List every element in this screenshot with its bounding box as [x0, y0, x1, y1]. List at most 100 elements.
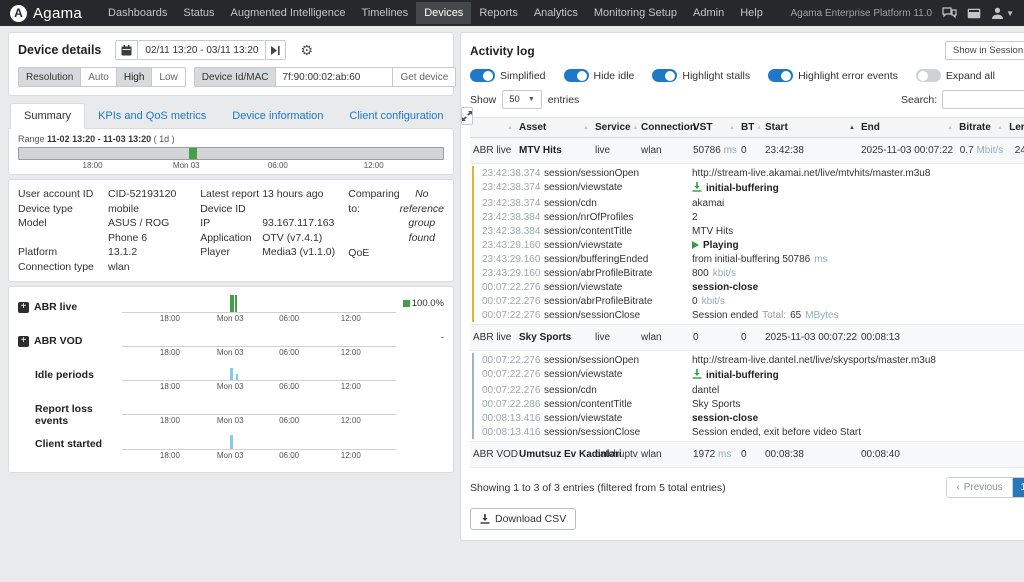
nav-item-dashboards[interactable]: Dashboards [100, 2, 175, 24]
event-row[interactable]: 23:43:29.160session/viewstatePlaying [474, 238, 1024, 252]
toggle-simplified[interactable]: Simplified [470, 69, 546, 82]
tab-summary[interactable]: Summary [10, 103, 85, 129]
nav-item-monitoring-setup[interactable]: Monitoring Setup [586, 2, 685, 24]
toggle-highlight-error-events[interactable]: Highlight error events [768, 69, 898, 82]
event-row[interactable]: 00:07:22.276session/viewstateinitial-buf… [474, 367, 1024, 383]
calendar-icon[interactable] [115, 40, 138, 60]
event-row[interactable]: 23:42:38.374session/cdnakamai [474, 196, 1024, 210]
event-name: session/sessionClose [544, 427, 692, 438]
event-row[interactable]: 00:08:13.416session/viewstatesession-clo… [474, 411, 1024, 425]
column-header-connection[interactable]: Connection▲ [638, 118, 690, 137]
session-row-umutsuz-ev-kadinlari[interactable]: ABR VODUmutsuz Ev Kadinlaricatchuptvwlan… [470, 442, 1024, 468]
event-row[interactable]: 00:07:22.276session/abrProfileBitrate0kb… [474, 294, 1024, 308]
column-header-end[interactable]: End▲ [858, 118, 956, 137]
device-details-title: Device details [18, 43, 101, 57]
axis-tick: Mon 03 [217, 314, 244, 323]
column-header-service[interactable]: Service▲ [592, 118, 638, 137]
column-header-asset[interactable]: Asset▲ [516, 118, 592, 137]
event-value-part: dantel [692, 385, 719, 396]
event-row[interactable]: 00:08:13.416session/sessionCloseSession … [474, 425, 1024, 439]
download-csv-button[interactable]: Download CSV [470, 508, 576, 530]
chart-label: +ABR VOD [18, 329, 122, 347]
resolution-auto-button[interactable]: Auto [80, 67, 117, 87]
resolution-low-button[interactable]: Low [151, 67, 185, 87]
column-header-bt[interactable]: BT▲ [738, 118, 762, 137]
event-row[interactable]: 00:07:22.286session/contentTitleSky Spor… [474, 397, 1024, 411]
previous-page-button[interactable]: ‹Previous [947, 478, 1011, 497]
event-value: MTV Hits [692, 226, 1024, 237]
chart-bar [236, 374, 238, 380]
toggle-switch-icon [768, 69, 793, 82]
search-input[interactable] [942, 90, 1024, 109]
activity-toggles: Simplified Hide idle Highlight stalls Highl… [470, 69, 1024, 82]
expand-plus-icon[interactable]: + [18, 336, 29, 347]
chart-label: Idle periods [18, 363, 122, 381]
toggle-knob [577, 71, 587, 81]
nav-item-status[interactable]: Status [175, 2, 222, 24]
column-header-start[interactable]: Start▲ [762, 118, 858, 137]
event-row[interactable]: 23:42:38.384session/contentTitleMTV Hits [474, 224, 1024, 238]
toggle-expand-all[interactable]: Expand all [916, 69, 995, 82]
panel-icon[interactable] [967, 8, 981, 19]
event-value: Session endedTotal:65MBytes [692, 310, 1024, 321]
session-row-sky-sports[interactable]: ABR liveSky Sportslivewlan002025-11-03 0… [470, 325, 1024, 351]
column-header-bitrate[interactable]: Bitrate▲ [956, 118, 1006, 137]
event-row[interactable]: 00:07:22.276session/viewstatesession-clo… [474, 280, 1024, 294]
toggle-knob [918, 71, 928, 81]
toggle-switch-icon [564, 69, 589, 82]
event-value-part: http://stream-live.dantel.net/live/skysp… [692, 355, 936, 366]
session-row-mtv-hits[interactable]: ABR liveMTV Hitslivewlan50786 ms023:42:3… [470, 138, 1024, 164]
nav-item-admin[interactable]: Admin [685, 2, 732, 24]
resolution-high-button[interactable]: High [116, 67, 153, 87]
info-key: IP [200, 216, 262, 231]
column-header-length[interactable]: Length▲ [1006, 118, 1024, 137]
event-row[interactable]: 00:07:22.276session/sessionOpenhttp://st… [474, 353, 1024, 367]
event-row[interactable]: 23:43:29.160session/bufferingEndedfrom i… [474, 252, 1024, 266]
toggle-hide-idle[interactable]: Hide idle [564, 69, 635, 82]
skip-to-latest-icon[interactable] [265, 40, 286, 60]
nav-item-augmented-intelligence[interactable]: Augmented Intelligence [223, 2, 354, 24]
info-row: IP93.167.117.163 [200, 216, 348, 231]
chart-canvas [122, 432, 396, 450]
tab-device-information[interactable]: Device information [219, 104, 336, 128]
range-selector-bar[interactable] [18, 147, 444, 160]
tab-client-configuration[interactable]: Client configuration [336, 104, 456, 128]
session-explorer-button[interactable]: Show in Session Explorer [945, 41, 1024, 60]
event-row[interactable]: 23:42:38.374session/viewstateinitial-buf… [474, 180, 1024, 196]
info-value: CID-52193120 [108, 187, 176, 202]
brand-logo[interactable]: A Agama [10, 5, 82, 22]
event-row[interactable]: 00:07:22.276session/sessionCloseSession … [474, 308, 1024, 322]
tab-kpis-and-qos-metrics[interactable]: KPIs and QoS metrics [85, 104, 219, 128]
nav-item-timelines[interactable]: Timelines [354, 2, 417, 24]
expand-panel-button[interactable] [461, 107, 473, 125]
legend-square-icon [403, 300, 410, 307]
expand-plus-icon[interactable]: + [18, 302, 29, 313]
chat-icon[interactable] [942, 7, 957, 19]
info-key: User account ID [18, 187, 108, 202]
event-row[interactable]: 23:43:29.160session/abrProfileBitrate800… [474, 266, 1024, 280]
event-row[interactable]: 23:42:38.384session/nrOfProfiles2 [474, 210, 1024, 224]
pagination: ‹Previous 1 Next› [946, 477, 1024, 498]
device-id-input[interactable] [275, 67, 393, 87]
user-menu[interactable]: ▼ [991, 7, 1014, 19]
page-number-button[interactable]: 1 [1012, 478, 1024, 497]
toggle-highlight-stalls[interactable]: Highlight stalls [652, 69, 750, 82]
event-time: 00:07:22.276 [482, 310, 544, 321]
get-device-button[interactable]: Get device [392, 67, 456, 87]
page-size-select[interactable]: 50▼ [502, 90, 542, 109]
date-range-input[interactable]: 02/11 13:20 - 03/11 13:20 [138, 40, 265, 60]
range-label: Range 11-02 13:20 - 11-03 13:20 ( 1d ) [18, 134, 444, 144]
event-row[interactable]: 00:07:22.276session/cdndantel [474, 383, 1024, 397]
column-header-vst[interactable]: VST▲ [690, 118, 738, 137]
nav-item-analytics[interactable]: Analytics [526, 2, 586, 24]
event-row[interactable]: 23:42:38.374session/sessionOpenhttp://st… [474, 166, 1024, 180]
activity-log-panel: Activity log Show in Session Explorer Si… [460, 32, 1024, 541]
nav-item-devices[interactable]: Devices [416, 2, 471, 24]
gear-icon[interactable]: ⚙ [300, 42, 313, 59]
nav-item-help[interactable]: Help [732, 2, 771, 24]
event-name: session/viewstate [544, 240, 692, 251]
session-start: 23:42:38 [762, 140, 858, 161]
nav-item-reports[interactable]: Reports [471, 2, 526, 24]
column-header-item[interactable]: ▲ [470, 118, 516, 137]
device-details-card: Device details 02/11 13:20 - 03/11 13:20… [8, 32, 454, 96]
